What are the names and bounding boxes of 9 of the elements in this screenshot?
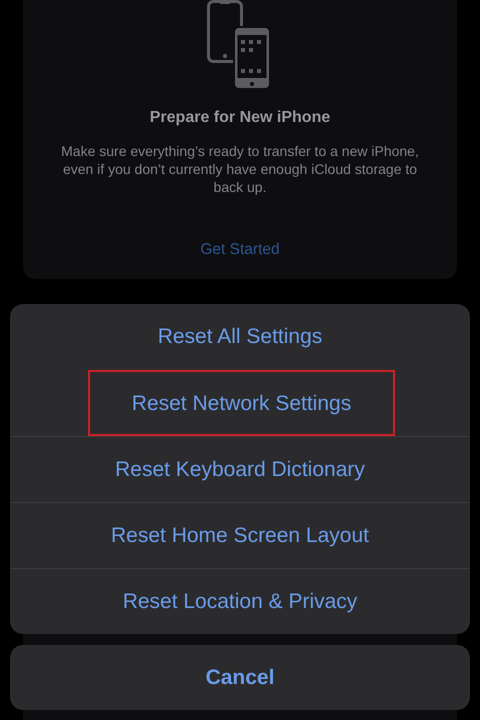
sheet-option[interactable]: Reset All Settings [10,304,470,370]
sheet-option[interactable]: Reset Network Settings [88,370,395,436]
cancel-button[interactable]: Cancel [10,645,470,710]
get-started-link[interactable]: Get Started [200,241,280,259]
sheet-option[interactable]: Reset Keyboard Dictionary [10,436,470,502]
sheet-option[interactable]: Reset Location & Privacy [10,568,470,634]
sheet-option[interactable]: Reset Home Screen Layout [10,502,470,568]
card-description: Make sure everything’s ready to transfer to a new iPhone, even if you don’t currently have enough iCloud storage to back up. [60,142,420,196]
card-title: Prepare for New iPhone [150,109,330,127]
